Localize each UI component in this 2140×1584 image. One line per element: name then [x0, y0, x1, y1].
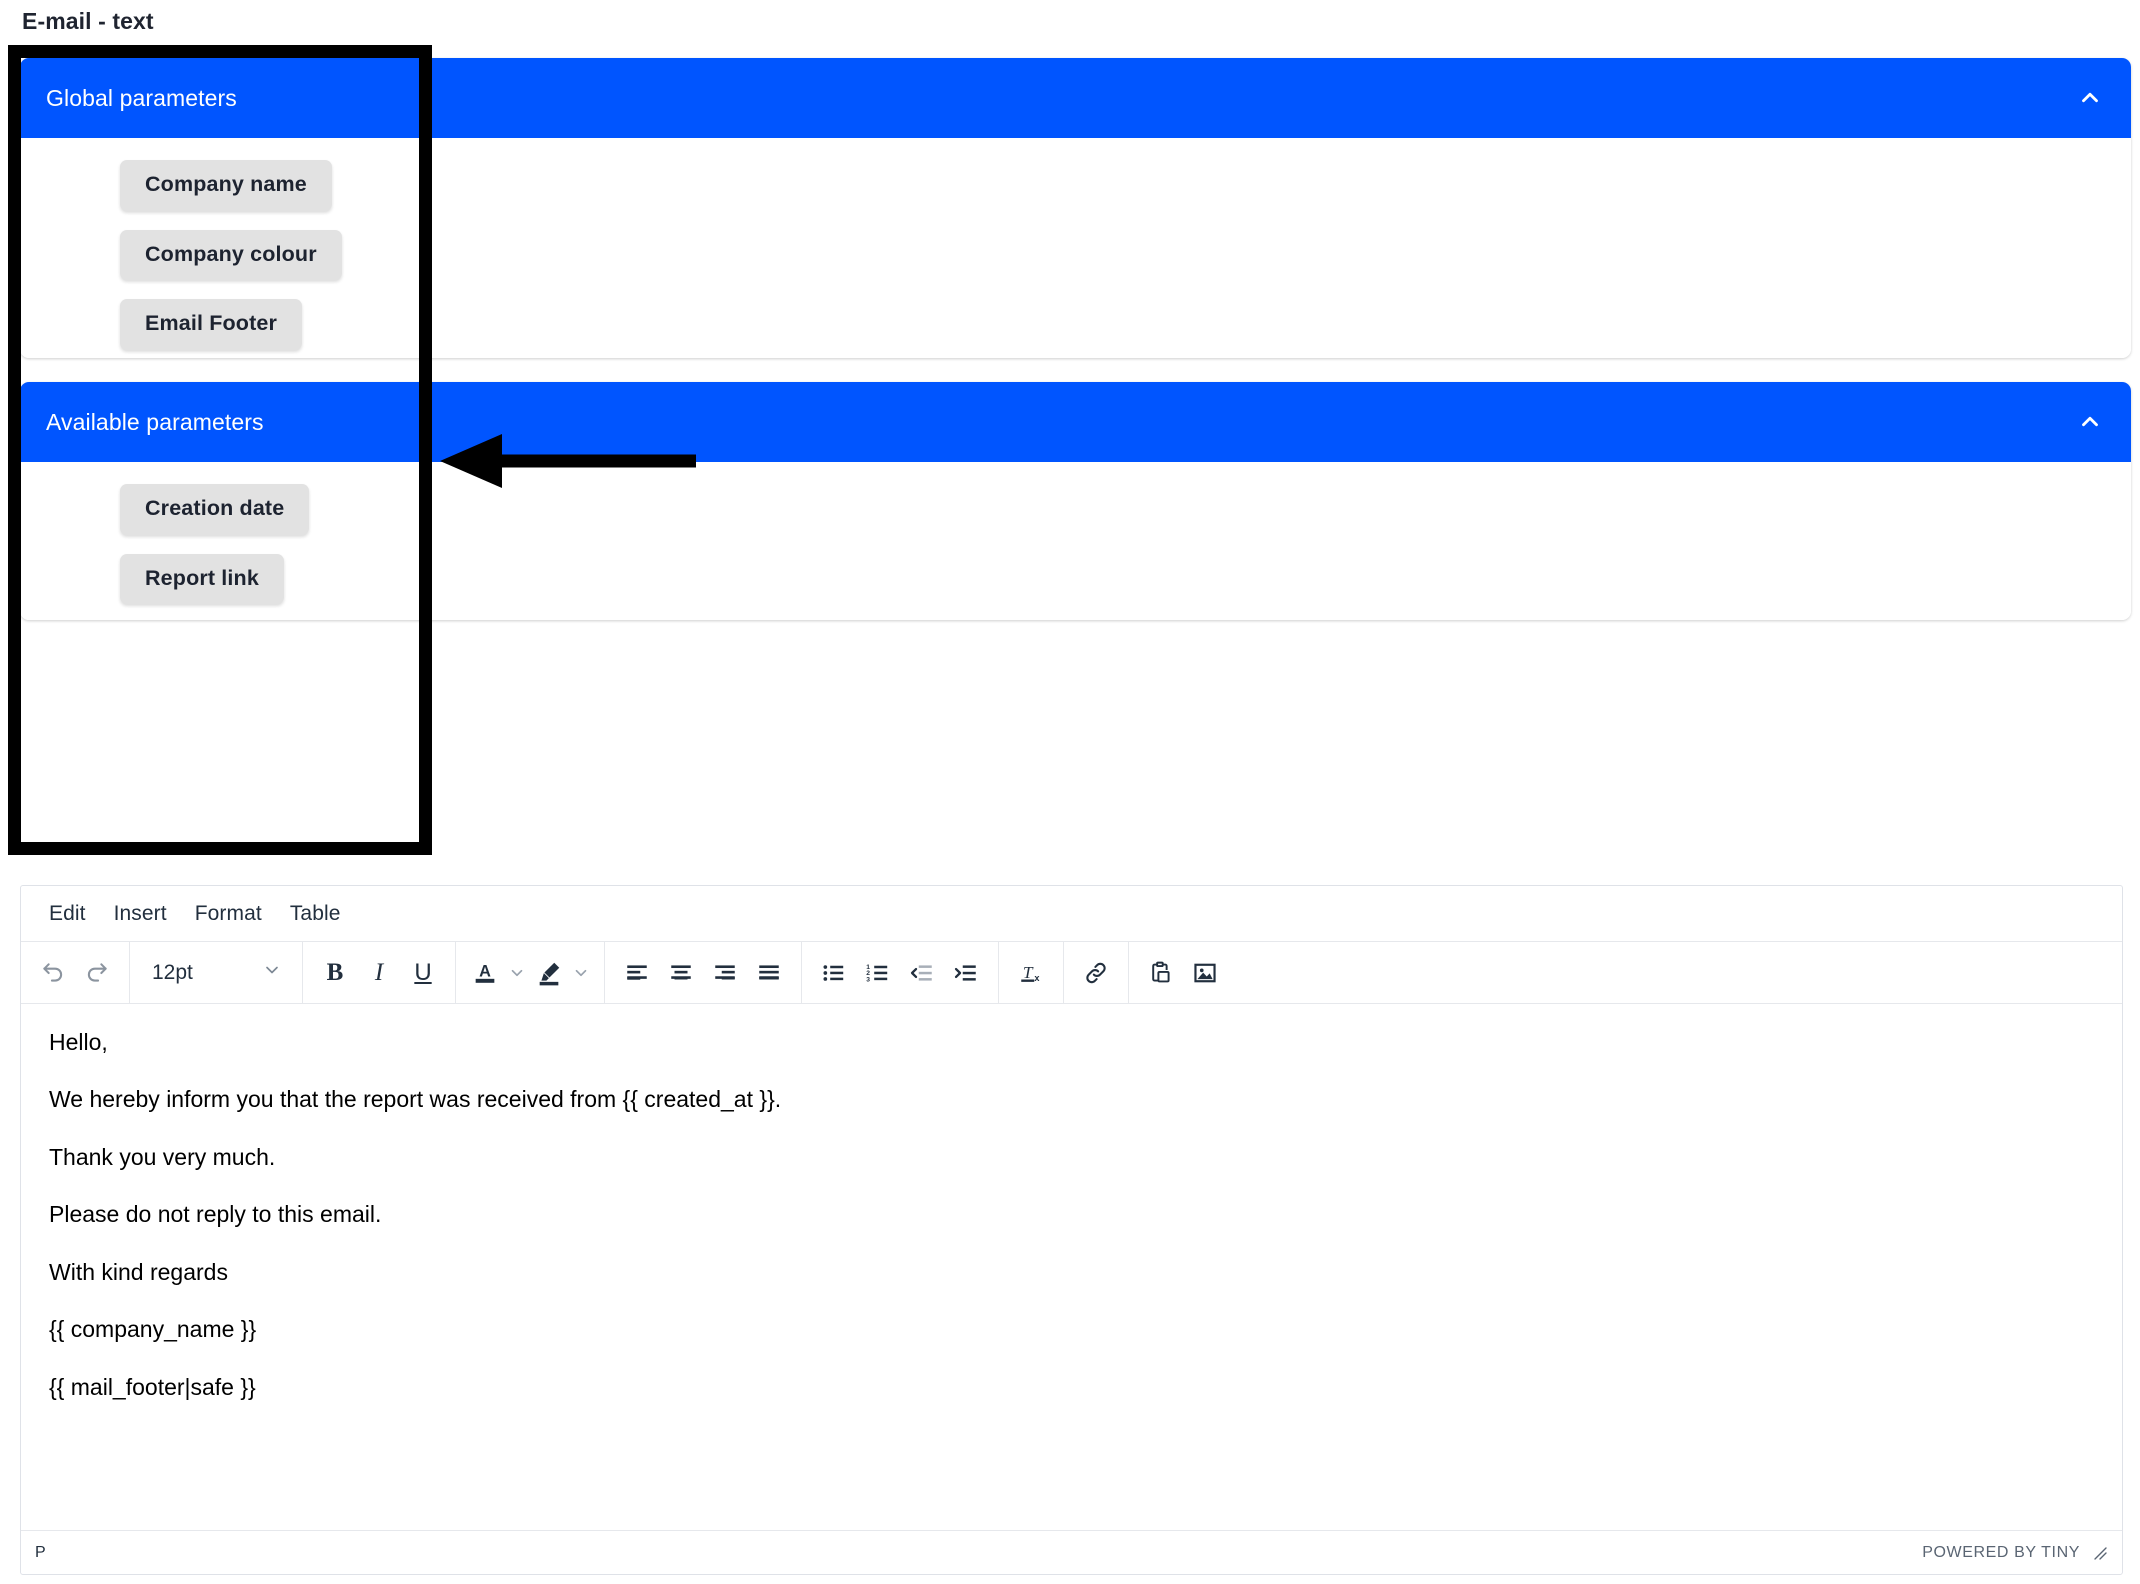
- chip-list-global-parameters: Company name Company colour Email Footer: [20, 160, 2131, 358]
- editor-toolbar: 12pt B I U A 1 2 3 T x: [21, 942, 2122, 1004]
- toolbar-group-removeformat: Tx: [999, 942, 1064, 1003]
- fontsize-select[interactable]: 12pt: [140, 951, 292, 995]
- bold-icon: B: [326, 958, 344, 986]
- menu-table[interactable]: Table: [276, 897, 355, 931]
- editor-content-area[interactable]: Hello, We hereby inform you that the rep…: [21, 1004, 2122, 1530]
- bullet-list-icon[interactable]: [812, 951, 856, 995]
- editor-paragraph: We hereby inform you that the report was…: [49, 1086, 782, 1113]
- chevron-up-icon[interactable]: [2077, 409, 2103, 435]
- accordion-title-available-parameters: Available parameters: [46, 408, 264, 435]
- param-chip-creation-date[interactable]: Creation date: [120, 484, 310, 535]
- fontsize-value: 12pt: [152, 960, 193, 984]
- align-justify-icon[interactable]: [747, 951, 791, 995]
- link-icon[interactable]: [1074, 951, 1118, 995]
- param-chip-email-footer[interactable]: Email Footer: [120, 299, 303, 350]
- underline-icon: U: [414, 958, 432, 986]
- toolbar-group-history: [21, 942, 130, 1003]
- element-path[interactable]: P: [35, 1544, 46, 1562]
- chevron-up-icon[interactable]: [2077, 85, 2103, 111]
- remove-format-icon[interactable]: Tx: [1009, 951, 1053, 995]
- editor-menubar: Edit Insert Format Table: [21, 886, 2122, 942]
- menu-insert[interactable]: Insert: [100, 897, 181, 931]
- align-right-icon[interactable]: [703, 951, 747, 995]
- svg-text:x: x: [1034, 973, 1040, 983]
- highlight-chevron-down-icon[interactable]: [568, 951, 594, 995]
- accordion-card-available-parameters: Available parameters Creation date Repor…: [20, 382, 2131, 620]
- align-center-icon[interactable]: [659, 951, 703, 995]
- underline-button[interactable]: U: [401, 951, 445, 995]
- param-chip-report-link[interactable]: Report link: [120, 553, 284, 605]
- svg-text:3: 3: [866, 976, 870, 983]
- indent-icon[interactable]: [944, 951, 988, 995]
- tiny-branding[interactable]: POWERED BY TINY: [1922, 1544, 2080, 1562]
- toolbar-group-basic-format: B I U: [303, 942, 456, 1003]
- accordion-title-global-parameters: Global parameters: [46, 84, 237, 111]
- toolbar-group-fontsize: 12pt: [130, 942, 303, 1003]
- paste-clipboard-icon[interactable]: [1139, 951, 1183, 995]
- editor-paragraph: Hello,: [49, 1029, 108, 1055]
- editor-paragraph: Please do not reply to this email.: [49, 1201, 382, 1228]
- chevron-down-icon: [262, 960, 282, 986]
- svg-text:T: T: [1023, 962, 1034, 981]
- menu-edit[interactable]: Edit: [35, 897, 100, 931]
- insert-image-icon[interactable]: [1183, 951, 1227, 995]
- numbered-list-icon[interactable]: 123: [856, 951, 900, 995]
- accordion-body-global-parameters: Company name Company colour Email Footer: [20, 138, 2131, 358]
- accordion-card-global-parameters: Global parameters Company name Company c…: [20, 58, 2131, 358]
- highlight-marker-icon[interactable]: [530, 951, 568, 995]
- toolbar-group-lists: 123: [802, 942, 999, 1003]
- svg-text:A: A: [479, 962, 491, 980]
- menu-format[interactable]: Format: [181, 897, 276, 931]
- chip-list-available-parameters: Creation date Report link: [20, 484, 2131, 620]
- resize-grip-icon[interactable]: [2090, 1543, 2110, 1563]
- accordion-header-available-parameters[interactable]: Available parameters: [20, 382, 2131, 462]
- italic-button[interactable]: I: [357, 951, 401, 995]
- toolbar-group-colors: A: [456, 942, 605, 1003]
- text-color-icon[interactable]: A: [466, 951, 504, 995]
- toolbar-group-alignment: [605, 942, 802, 1003]
- editor-paragraph: {{ company_name }}: [49, 1316, 257, 1343]
- rich-text-editor: Edit Insert Format Table 12pt B I U A 1 …: [20, 885, 2123, 1575]
- outdent-icon[interactable]: [900, 951, 944, 995]
- statusbar-right: POWERED BY TINY: [1922, 1543, 2110, 1563]
- bold-button[interactable]: B: [313, 951, 357, 995]
- accordion-header-global-parameters[interactable]: Global parameters: [20, 58, 2131, 138]
- screen-root: E-mail - text Global parameters Company …: [0, 0, 2140, 1584]
- redo-icon[interactable]: [75, 951, 119, 995]
- editor-paragraph: With kind regards: [49, 1258, 228, 1285]
- toolbar-group-insert: [1129, 942, 1237, 1003]
- editor-statusbar: P POWERED BY TINY: [21, 1530, 2122, 1574]
- italic-icon: I: [374, 958, 384, 986]
- accordion-body-available-parameters: Creation date Report link: [20, 462, 2131, 620]
- undo-icon[interactable]: [31, 951, 75, 995]
- editor-paragraph: Thank you very much.: [49, 1143, 276, 1170]
- param-chip-company-name[interactable]: Company name: [120, 160, 332, 211]
- align-left-icon[interactable]: [615, 951, 659, 995]
- param-chip-company-colour[interactable]: Company colour: [120, 229, 342, 281]
- toolbar-group-link: [1064, 942, 1129, 1003]
- page-title: E-mail - text: [22, 8, 154, 34]
- editor-paragraph: {{ mail_footer|safe }}: [49, 1373, 256, 1400]
- text-color-chevron-down-icon[interactable]: [504, 951, 530, 995]
